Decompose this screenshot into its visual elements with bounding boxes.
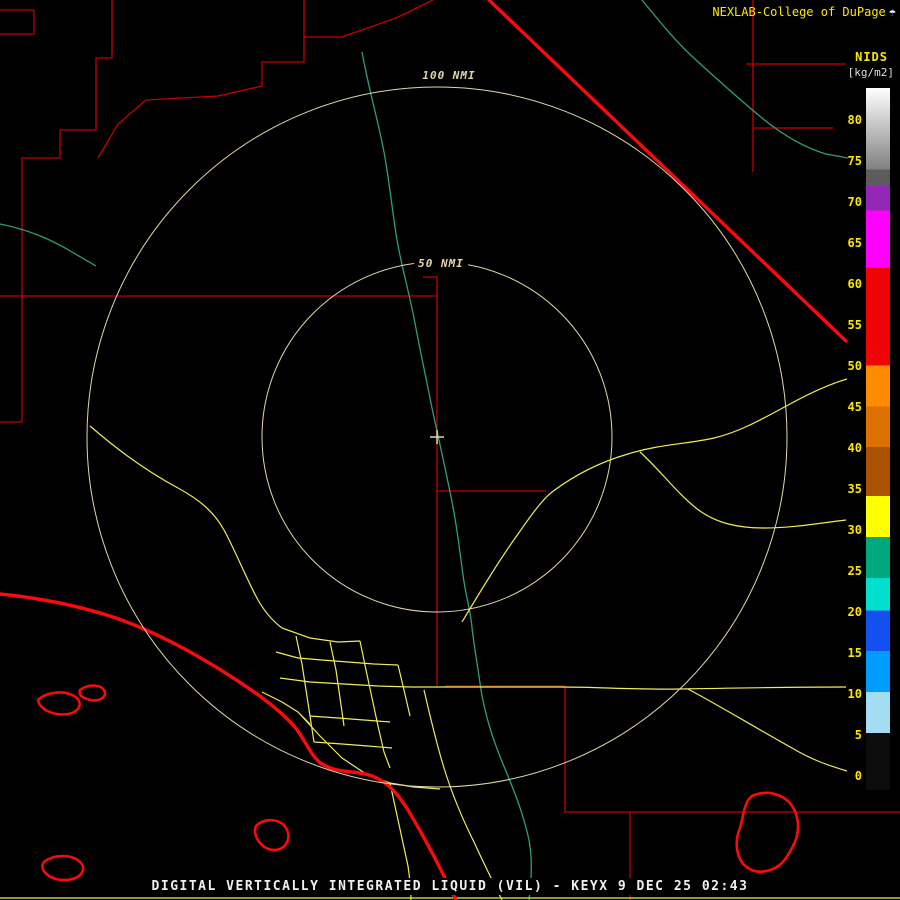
river-line — [642, 0, 848, 158]
colorbar — [866, 88, 890, 790]
umbrella-icon: ☂ — [889, 5, 896, 19]
county-boundaries — [0, 0, 900, 900]
river-line — [362, 52, 531, 900]
roads — [0, 379, 900, 900]
product-title: DIGITAL VERTICALLY INTEGRATED LIQUID (VI… — [142, 878, 759, 895]
county-line — [0, 10, 34, 34]
road-line — [424, 690, 502, 900]
colorbar-tick: 5 — [832, 728, 862, 742]
colorbar-tick: 20 — [832, 605, 862, 619]
product-label: NIDS — [855, 50, 888, 64]
county-line — [445, 686, 900, 812]
road-line — [688, 689, 847, 771]
lake-outline — [80, 686, 105, 701]
highway-diagonal — [489, 0, 846, 341]
colorbar-tick: 75 — [832, 154, 862, 168]
colorbar-tick: 70 — [832, 195, 862, 209]
radar-center-cross — [430, 430, 444, 444]
rivers — [0, 0, 848, 900]
colorbar-tick: 80 — [832, 113, 862, 127]
radar-display: NEXLAB-College of DuPage ☂ NIDS [kg/m2] 8… — [0, 0, 900, 900]
county-line — [423, 277, 437, 296]
colorbar-tick: 50 — [832, 359, 862, 373]
road-line — [640, 452, 846, 528]
units-label: [kg/m2] — [848, 66, 894, 79]
colorbar-tick: 45 — [832, 400, 862, 414]
lake-outline — [42, 856, 83, 880]
colorbar-tick: 0 — [832, 769, 862, 783]
colorbar-tick: 60 — [832, 277, 862, 291]
colorbar-tick: 35 — [832, 482, 862, 496]
range-ring-label-50: 50 NMI — [414, 257, 468, 270]
colorbar-tick: 10 — [832, 687, 862, 701]
county-line — [304, 0, 433, 37]
lake-outline — [38, 693, 80, 715]
road-line — [462, 379, 847, 622]
colorbar-tick: 30 — [832, 523, 862, 537]
radar-map — [0, 0, 900, 900]
county-line — [98, 0, 304, 158]
branding-text: NEXLAB-College of DuPage ☂ — [712, 5, 896, 19]
lake-outline — [737, 793, 798, 872]
river-line — [0, 224, 96, 266]
colorbar-tick: 25 — [832, 564, 862, 578]
range-ring-label-100: 100 NMI — [418, 69, 479, 82]
road-line — [446, 687, 846, 689]
colorbar-tick: 55 — [832, 318, 862, 332]
lake-outline — [255, 820, 288, 850]
colorbar-tick: 15 — [832, 646, 862, 660]
colorbar-tick: 65 — [832, 236, 862, 250]
city-street-grid — [262, 628, 446, 789]
colorbar-tick: 40 — [832, 441, 862, 455]
highway-southwest — [0, 594, 456, 900]
branding-label: NEXLAB-College of DuPage — [712, 5, 885, 19]
county-line — [0, 0, 112, 422]
major-highways — [0, 0, 846, 900]
road-line — [90, 426, 282, 628]
